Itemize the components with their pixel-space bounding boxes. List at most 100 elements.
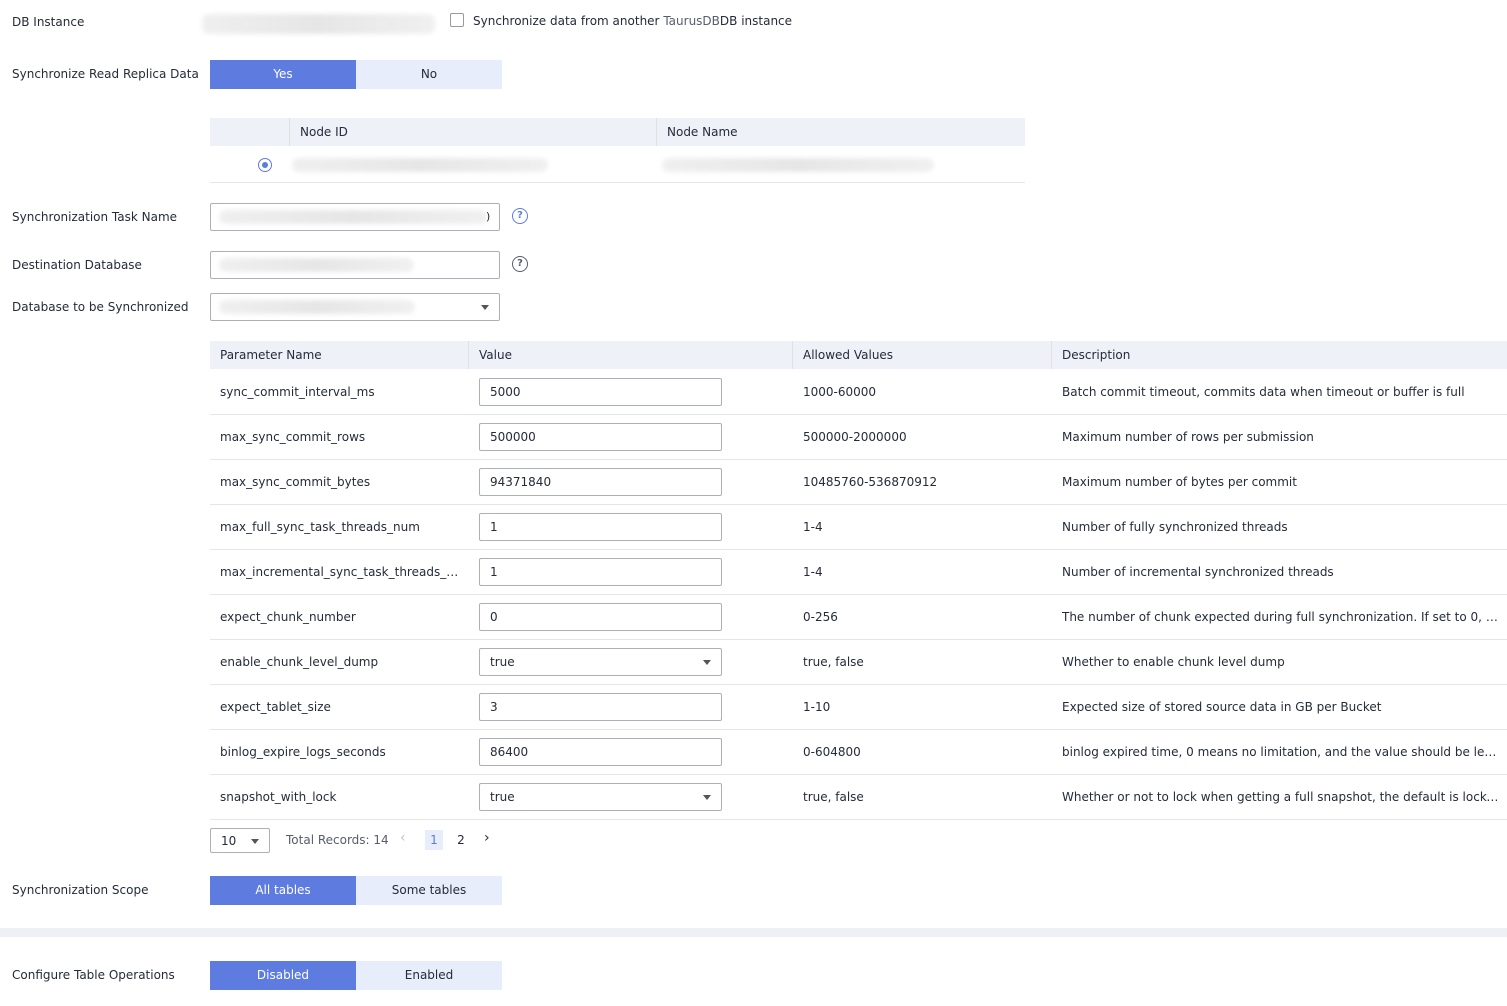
param-value-select[interactable]: true — [479, 648, 722, 676]
table-row: snapshot_with_lock true true, false Whether… — [210, 775, 1507, 820]
task-name-label: Synchronization Task Name — [12, 210, 178, 224]
table-ops-label: Configure Table Operations — [12, 968, 175, 982]
param-allowed-cell: 0-256 — [803, 610, 838, 624]
param-value-text: 3 — [490, 700, 498, 714]
param-value-input[interactable]: 1 — [479, 513, 722, 541]
table-ops-disabled-button[interactable]: Disabled — [210, 961, 356, 990]
page-1-button[interactable]: 1 — [425, 830, 443, 850]
param-allowed-cell: 1-4 — [803, 520, 823, 534]
param-value-input[interactable]: 94371840 — [479, 468, 722, 496]
param-allowed-cell: true, false — [803, 790, 864, 804]
param-value-text: 1 — [490, 565, 498, 579]
param-description-cell: Maximum number of rows per submission — [1062, 430, 1314, 444]
param-value-text: 500000 — [490, 430, 536, 444]
param-value-text: true — [490, 655, 515, 669]
param-name-cell: expect_tablet_size — [220, 700, 331, 714]
table-ops-enabled-button[interactable]: Enabled — [356, 961, 502, 990]
param-description-header: Description — [1062, 348, 1131, 362]
section-divider — [0, 928, 1507, 937]
table-row: max_full_sync_task_threads_num 1 1-4 Number… — [210, 505, 1507, 550]
param-name-cell: max_sync_commit_bytes — [220, 475, 371, 489]
table-row: max_sync_commit_rows 500000 500000-2000000… — [210, 415, 1507, 460]
param-value-input[interactable]: 0 — [479, 603, 722, 631]
table-row: binlog_expire_logs_seconds 86400 0-604800 b… — [210, 730, 1507, 775]
page-2-button[interactable]: 2 — [452, 830, 470, 850]
param-value-input[interactable]: 5000 — [479, 378, 722, 406]
chevron-down-icon — [481, 305, 489, 310]
param-allowed-cell: 1-4 — [803, 565, 823, 579]
param-value-input[interactable]: 86400 — [479, 738, 722, 766]
param-allowed-cell: 1-10 — [803, 700, 831, 714]
all-tables-button[interactable]: All tables — [210, 876, 356, 905]
param-description-cell: Expected size of stored source data in G… — [1062, 700, 1382, 714]
param-value-input[interactable]: 500000 — [479, 423, 722, 451]
param-value-text: 86400 — [490, 745, 529, 759]
param-value-text: 1 — [490, 520, 498, 534]
param-name-cell: sync_commit_interval_ms — [220, 385, 375, 399]
param-description-cell: Maximum number of bytes per commit — [1062, 475, 1297, 489]
table-row: enable_chunk_level_dump true true, false Wh… — [210, 640, 1507, 685]
param-name-cell: max_sync_commit_rows — [220, 430, 366, 444]
db-to-sync-redacted — [219, 300, 415, 314]
param-value-text: 94371840 — [490, 475, 552, 489]
prev-page-icon[interactable]: ‹ — [400, 830, 406, 846]
param-value-input[interactable]: 1 — [479, 558, 722, 586]
param-name-header: Parameter Name — [220, 348, 322, 362]
param-description-cell: Whether to enable chunk level dump — [1062, 655, 1285, 669]
page-size-select[interactable]: 10 — [210, 828, 270, 853]
param-name-cell: binlog_expire_logs_seconds — [220, 745, 386, 759]
db-to-sync-label: Database to be Synchronized — [12, 300, 189, 314]
read-replica-yes-button[interactable]: Yes — [210, 60, 356, 89]
table-row: max_incremental_sync_task_threads_num 1 1-… — [210, 550, 1507, 595]
param-value-select[interactable]: true — [479, 783, 722, 811]
node-name-redacted — [662, 158, 934, 172]
param-description-cell: The number of chunk expected during full… — [1062, 610, 1502, 624]
chevron-down-icon — [251, 839, 259, 844]
sync-scope-label: Synchronization Scope — [12, 883, 149, 897]
param-allowed-cell: 500000-2000000 — [803, 430, 907, 444]
read-replica-label: Synchronize Read Replica Data — [12, 67, 199, 81]
table-row: max_sync_commit_bytes 94371840 10485760-53… — [210, 460, 1507, 505]
db-instance-label: DB Instance — [12, 15, 85, 29]
node-id-header: Node ID — [300, 125, 348, 139]
read-replica-toggle: Yes No — [210, 60, 502, 89]
sync-label-text: Synchronize data from another — [473, 14, 660, 28]
param-name-cell: max_full_sync_task_threads_num — [220, 520, 420, 534]
read-replica-no-button[interactable]: No — [356, 60, 502, 89]
destination-db-help-icon[interactable]: ? — [512, 256, 528, 272]
page-size-value: 10 — [221, 834, 237, 848]
param-value-text: true — [490, 790, 515, 804]
param-allowed-cell: true, false — [803, 655, 864, 669]
sync-from-another-label: Synchronize data from another TaurusDBDB… — [473, 14, 792, 28]
param-name-cell: max_incremental_sync_task_threads_num — [220, 565, 465, 579]
param-name-cell: enable_chunk_level_dump — [220, 655, 379, 669]
param-value-text: 5000 — [490, 385, 521, 399]
param-description-cell: Whether or not to lock when getting a fu… — [1062, 790, 1502, 804]
table-row: expect_tablet_size 3 1-10 Expected size of … — [210, 685, 1507, 730]
chevron-down-icon — [703, 660, 711, 665]
param-value-header: Value — [479, 348, 512, 362]
param-allowed-cell: 1000-60000 — [803, 385, 877, 399]
param-allowed-header: Allowed Values — [803, 348, 894, 362]
param-allowed-cell: 10485760-536870912 — [803, 475, 938, 489]
destination-db-redacted — [219, 258, 414, 272]
param-value-input[interactable]: 3 — [479, 693, 722, 721]
sync-from-another-checkbox[interactable] — [450, 13, 464, 27]
param-name-cell: expect_chunk_number — [220, 610, 356, 624]
param-description-cell: Number of incremental synchronized threa… — [1062, 565, 1334, 579]
task-name-help-icon[interactable]: ? — [512, 208, 528, 224]
node-table-header: Node ID Node Name — [210, 118, 1025, 146]
task-name-input[interactable]: ) — [210, 203, 500, 231]
some-tables-button[interactable]: Some tables — [356, 876, 502, 905]
param-description-cell: Batch commit timeout, commits data when … — [1062, 385, 1465, 399]
param-description-cell: Number of fully synchronized threads — [1062, 520, 1288, 534]
db-instance-value-redacted — [202, 14, 435, 34]
node-radio[interactable] — [258, 158, 272, 172]
total-records: Total Records: 14 — [286, 833, 389, 847]
destination-db-input[interactable] — [210, 251, 500, 279]
param-table-header: Parameter Name Value Allowed Values Desc… — [210, 341, 1507, 369]
task-name-redacted — [219, 210, 487, 224]
db-to-sync-select[interactable] — [210, 293, 500, 321]
next-page-icon[interactable]: › — [484, 830, 490, 846]
node-table-row[interactable] — [210, 147, 1025, 183]
